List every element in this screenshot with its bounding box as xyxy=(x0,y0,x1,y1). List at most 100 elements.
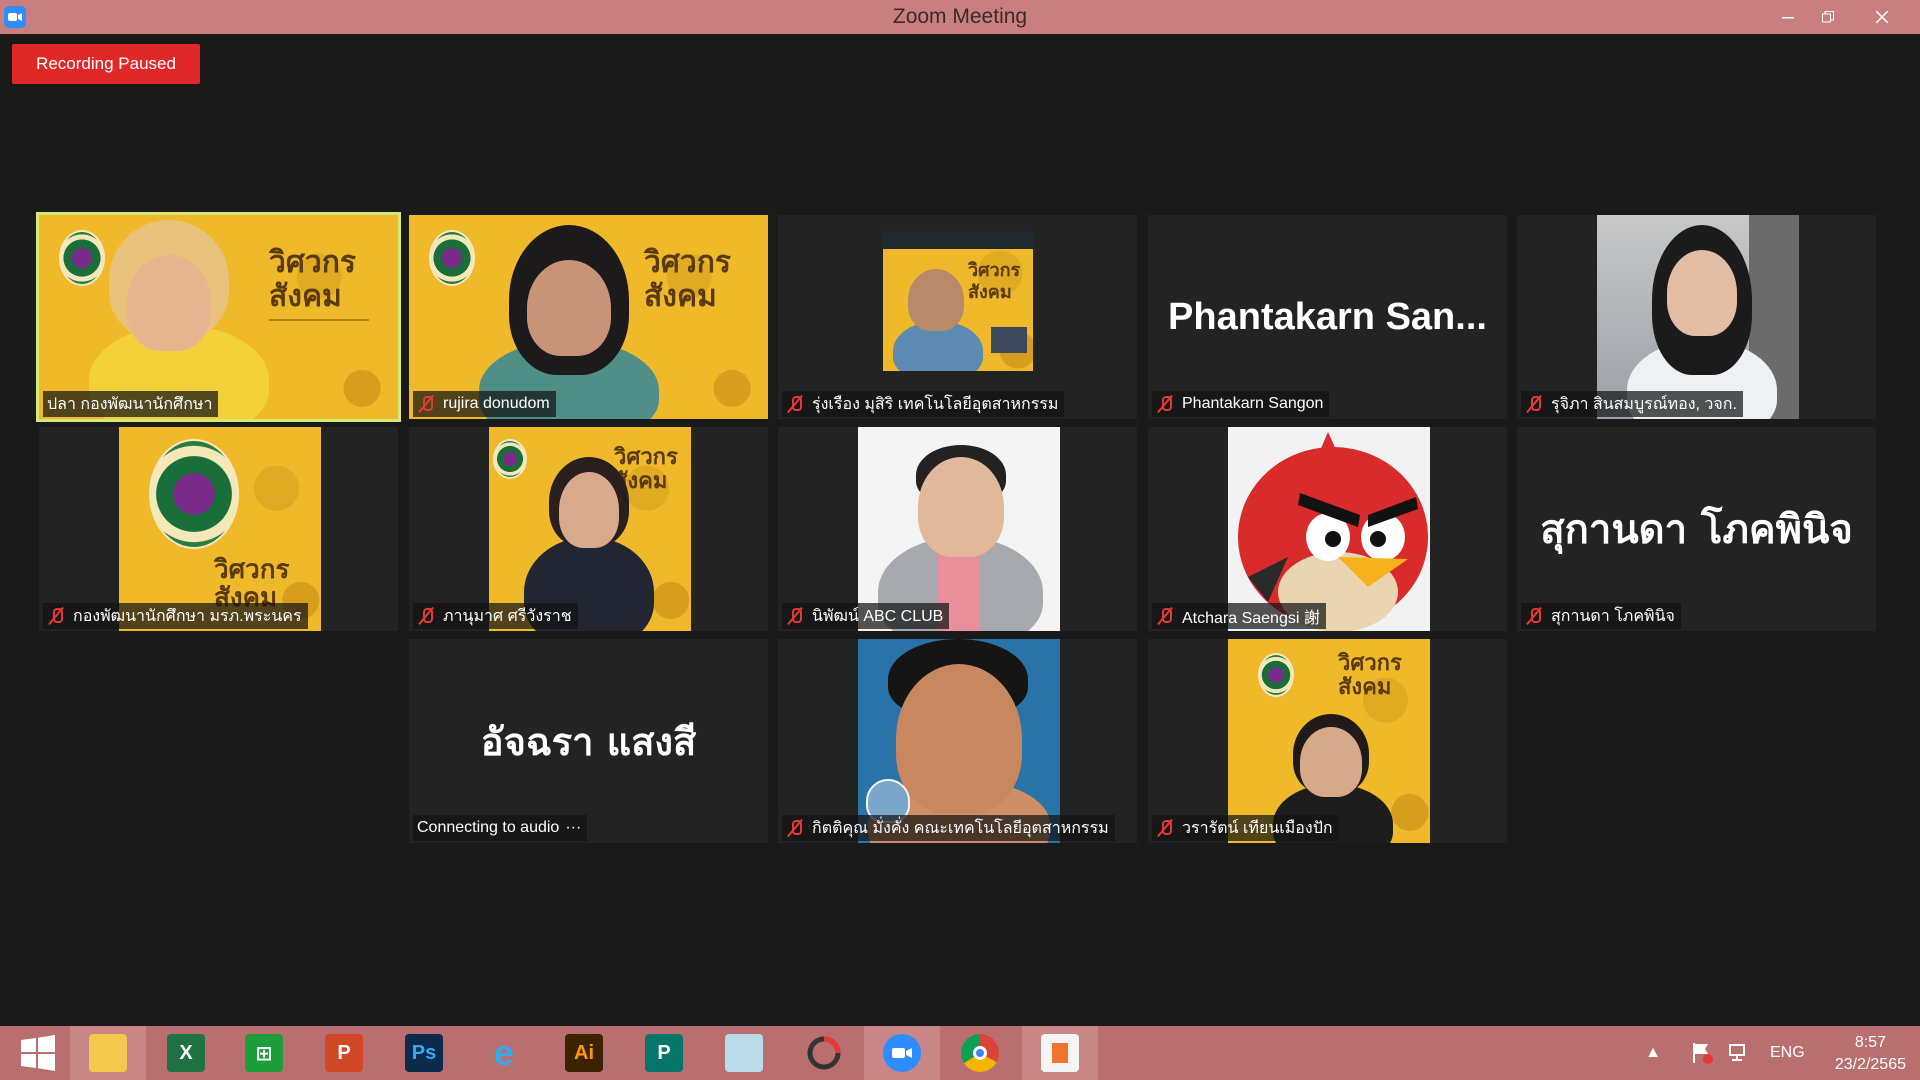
participant-name-label: Connecting to audio ··· xyxy=(413,815,588,841)
laptop-icon xyxy=(991,327,1027,353)
system-clock[interactable]: 8:57 23/2/2565 xyxy=(1835,1032,1906,1076)
notepad-icon[interactable] xyxy=(706,1026,782,1080)
poster-subtitle: สังคม xyxy=(644,279,717,314)
participant-name-label: ปลา กองพัฒนานักศึกษา xyxy=(43,391,219,417)
muted-mic-icon xyxy=(1525,395,1543,413)
video-tile[interactable]: รุจิภา สินสมบูรณ์ทอง, วจก. xyxy=(1517,215,1876,419)
illustrator-icon[interactable]: Ai xyxy=(546,1026,622,1080)
participant-video xyxy=(1228,427,1430,631)
participant-name-label: รุ่งเรือง มุสิริ เทคโนโลยีอุตสาหกรรม xyxy=(782,391,1065,417)
close-icon[interactable] xyxy=(1860,0,1904,34)
minimize-icon[interactable] xyxy=(1766,0,1810,34)
participant-name-label: กิตติคุณ มั่งคั่ง คณะเทคโนโลยีอุตสาหกรรม xyxy=(782,815,1115,841)
store-icon[interactable]: ⊞ xyxy=(226,1026,302,1080)
poster-title: วิศวกร xyxy=(214,555,290,585)
participant-face xyxy=(527,260,611,356)
video-tile[interactable]: วิศวกร สังคม รุ่งเรือง มุสิริ เทคโนโลยีอ… xyxy=(778,215,1137,419)
poster-title: วิศวกร xyxy=(968,260,1021,281)
video-tile[interactable]: สุกานดา โภคพินิจ สุกานดา โภคพินิจ xyxy=(1517,427,1876,631)
video-tile[interactable]: วิศวกร สังคม ภานุมาศ ศรีวังราช xyxy=(409,427,768,631)
muted-mic-icon xyxy=(786,395,804,413)
video-tile[interactable]: วิศวกร สังคม rujira donudom xyxy=(409,215,768,419)
internet-explorer-icon[interactable]: e xyxy=(466,1026,542,1080)
participant-video: วิศวกร สังคม xyxy=(489,427,691,631)
participant-face xyxy=(1667,250,1737,336)
muted-mic-icon xyxy=(1156,395,1174,413)
publisher-icon[interactable]: P xyxy=(626,1026,702,1080)
muted-mic-icon xyxy=(47,607,65,625)
video-tile[interactable]: วิศวกร สังคม ปลา กองพัฒนานักศึกษา xyxy=(36,212,401,422)
poster-subtitle: สังคม xyxy=(1338,675,1392,700)
input-language[interactable]: ENG xyxy=(1770,1026,1805,1080)
participant-video: วิศวกร สังคม xyxy=(409,215,768,419)
show-hidden-icons-icon[interactable]: ▲ xyxy=(1642,1026,1664,1080)
muted-mic-icon xyxy=(786,607,804,625)
participant-name-label: รุจิภา สินสมบูรณ์ทอง, วจก. xyxy=(1521,391,1743,417)
participant-name-label: rujira donudom xyxy=(413,391,556,417)
action-center-flag-icon[interactable] xyxy=(1690,1026,1714,1080)
chrome-icon[interactable] xyxy=(942,1026,1018,1080)
participant-name-label: กองพัฒนานักศึกษา มรภ.พระนคร xyxy=(43,603,308,629)
participant-name-label: Phantakarn Sangon xyxy=(1152,391,1330,417)
participant-display-name: Phantakarn San... xyxy=(1168,295,1487,338)
university-seal-icon xyxy=(1258,653,1294,697)
zoom-camera-icon xyxy=(4,6,26,28)
muted-mic-icon xyxy=(1156,607,1174,625)
participant-video xyxy=(858,639,1060,843)
video-tile[interactable]: กิตติคุณ มั่งคั่ง คณะเทคโนโลยีอุตสาหกรรม xyxy=(778,639,1137,843)
photoscape-icon[interactable] xyxy=(786,1026,862,1080)
excel-icon[interactable]: X xyxy=(148,1026,224,1080)
participant-video: วิศวกร สังคม xyxy=(39,215,398,419)
participant-face xyxy=(127,255,211,351)
poster-title: วิศวกร xyxy=(644,245,732,280)
participant-name-label: นิพัฒน์ ABC CLUB xyxy=(782,603,950,629)
participant-display-name: อัจฉรา แสงสี xyxy=(480,719,697,764)
muted-mic-icon xyxy=(786,819,804,837)
network-icon[interactable] xyxy=(1728,1026,1752,1080)
poster-title: วิศวกร xyxy=(269,245,357,280)
recording-paused-badge[interactable]: Recording Paused xyxy=(12,44,200,84)
video-tile[interactable]: Atchara Saengsi 謝 xyxy=(1148,427,1507,631)
poster-subtitle: สังคม xyxy=(968,282,1012,303)
poster-subtitle: สังคม xyxy=(269,279,342,314)
video-tile[interactable]: วิศวกร สังคม กองพัฒนานักศึกษา มรภ.พระนคร xyxy=(39,427,398,631)
file-explorer-icon[interactable] xyxy=(70,1026,146,1080)
university-seal-icon xyxy=(429,230,475,286)
video-tile[interactable]: อัจฉรา แสงสี Connecting to audio ··· xyxy=(409,639,768,843)
clock-date: 23/2/2565 xyxy=(1834,1056,1906,1073)
video-tile[interactable]: นิพัฒน์ ABC CLUB xyxy=(778,427,1137,631)
participant-name-label: ภานุมาศ ศรีวังราช xyxy=(413,603,578,629)
muted-mic-icon xyxy=(417,395,435,413)
participant-video: วิศวกร สังคม xyxy=(119,427,321,631)
participant-face xyxy=(896,664,1022,814)
zoom-icon[interactable] xyxy=(864,1026,940,1080)
gallery-icon[interactable] xyxy=(1022,1026,1098,1080)
restore-icon[interactable] xyxy=(1806,0,1850,34)
muted-mic-icon xyxy=(1156,819,1174,837)
university-seal-icon xyxy=(149,439,239,549)
muted-mic-icon xyxy=(1525,607,1543,625)
powerpoint-icon[interactable]: P xyxy=(306,1026,382,1080)
participant-video xyxy=(858,427,1060,631)
participant-face xyxy=(918,457,1004,557)
windows-taskbar: X ⊞ P Ps e Ai P ▲ ENG 8:57 23/2/2565 xyxy=(0,1026,1920,1080)
video-tile[interactable]: วิศวกร สังคม วรารัตน์ เทียนเมืองปัก xyxy=(1148,639,1507,843)
clock-time: 8:57 xyxy=(1854,1034,1886,1051)
photoshop-icon[interactable]: Ps xyxy=(386,1026,462,1080)
participant-face xyxy=(1300,727,1362,797)
university-seal-icon xyxy=(59,230,105,286)
participant-face xyxy=(559,472,619,548)
window-titlebar: Zoom Meeting xyxy=(0,0,1920,34)
video-tile[interactable]: Phantakarn San... Phantakarn Sangon xyxy=(1148,215,1507,419)
participant-video: วิศวกร สังคม xyxy=(1228,639,1430,843)
windows-start-icon[interactable] xyxy=(0,1026,76,1080)
poster-title: วิศวกร xyxy=(614,445,678,470)
window-title: Zoom Meeting xyxy=(892,5,1028,28)
participant-name-label: Atchara Saengsi 謝 xyxy=(1152,603,1326,629)
participant-video xyxy=(1597,215,1799,419)
angry-bird-avatar-icon xyxy=(1238,432,1428,631)
participant-display-name: สุกานดา โภคพินิจ xyxy=(1540,507,1853,553)
connecting-dots-icon: ··· xyxy=(565,819,582,836)
university-seal-icon xyxy=(493,439,527,479)
participant-video: วิศวกร สังคม xyxy=(883,231,1033,371)
